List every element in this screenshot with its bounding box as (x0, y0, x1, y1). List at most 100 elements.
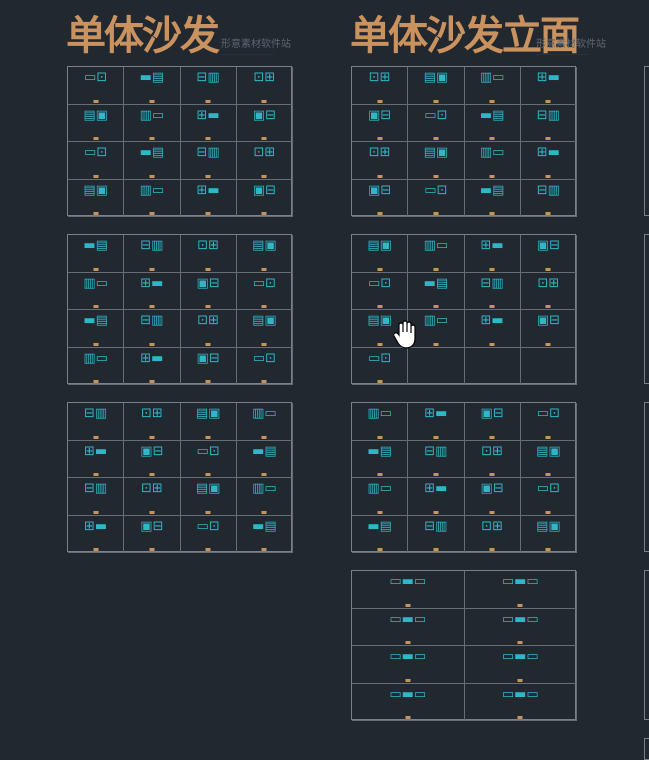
sofa-drawing-cell[interactable]: ▤▣ (520, 515, 577, 553)
sofa-drawing-cell[interactable]: ▤▣ (236, 235, 293, 273)
sofa-drawing-cell[interactable]: ▤▣ (180, 478, 237, 516)
sofa-drawing-cell[interactable]: ▭⊡ (352, 347, 409, 385)
sofa-drawing-cell[interactable]: ▥▭ (124, 104, 181, 142)
sofa-drawing-cell[interactable]: ⊡⊞ (124, 403, 181, 441)
sofa-drawing-cell[interactable]: ⊞▬ (124, 347, 181, 385)
sofa-drawing-cell[interactable]: ▣⊟ (520, 235, 577, 273)
sofa-drawing-cell[interactable]: ▥▭ (464, 67, 521, 105)
sofa-drawing-cell[interactable]: ▬▤ (352, 440, 409, 478)
sofa-drawing-cell[interactable]: ▤▣ (352, 235, 409, 273)
sofa-drawing-cell[interactable]: ▬▤ (408, 272, 465, 310)
sofa-drawing-cell[interactable]: ▤▣ (68, 104, 125, 142)
sofa-drawing-cell[interactable]: ⊞▬ (180, 104, 237, 142)
sofa-drawing-cell[interactable]: ▭▬▭ (352, 571, 465, 609)
sofa-drawing-cell[interactable]: ⊡⊞ (180, 235, 237, 273)
sofa-drawing-cell[interactable]: ▣⊟ (352, 104, 409, 142)
sofa-drawing-cell[interactable]: ⊞▬ (68, 515, 125, 553)
sofa-drawing-cell[interactable]: ▣⊟ (236, 179, 293, 217)
sofa-drawing-cell[interactable]: ▬▤ (464, 179, 521, 217)
sofa-drawing-cell[interactable]: ▭⊡ (236, 272, 293, 310)
sofa-drawing-cell[interactable]: ▬▤ (68, 235, 125, 273)
sofa-drawing-cell[interactable]: ▥▭ (236, 403, 293, 441)
sofa-drawing-cell[interactable]: ▥▭ (408, 235, 465, 273)
sofa-drawing-cell[interactable]: ▣⊟ (124, 440, 181, 478)
sofa-drawing-cell[interactable] (408, 347, 465, 385)
sofa-drawing-cell[interactable]: ⊡⊞ (464, 515, 521, 553)
sofa-drawing-cell[interactable]: ▭▬▭ (352, 683, 465, 721)
sofa-drawing-cell[interactable]: ▭⊡ (352, 272, 409, 310)
sofa-drawing-cell[interactable]: ▤▣ (180, 403, 237, 441)
sofa-drawing-cell[interactable]: ▥▭ (236, 478, 293, 516)
sofa-drawing-cell[interactable]: ▥▭ (352, 403, 409, 441)
sofa-drawing-cell[interactable]: ▭⊡ (408, 179, 465, 217)
sofa-drawing-cell[interactable]: ▬▤ (464, 104, 521, 142)
drawing-sheet[interactable]: ▤▣ ▥▭ ⊞▬ ▣⊟ ▭⊡ ▬▤ ⊟▥ ⊡⊞ ▤▣ ▥▭ ⊞▬ ▣⊟ ▭⊡ (351, 234, 577, 385)
sofa-drawing-cell[interactable]: ⊞▬ (464, 235, 521, 273)
sofa-drawing-cell[interactable]: ▭⊡ (180, 440, 237, 478)
sofa-drawing-cell[interactable]: ▭▬▭ (352, 646, 465, 684)
sofa-drawing-cell[interactable]: ⊟▥ (124, 235, 181, 273)
sofa-drawing-cell[interactable]: ▣⊟ (464, 478, 521, 516)
drawing-sheet[interactable]: ▥▭ ⊞▬ ▣⊟ ▭⊡ ▬▤ ⊟▥ ⊡⊞ ▤▣ ▥▭ ⊞▬ ▣⊟ ▭⊡ ▬▤ ⊟▥ ⊡⊞ ▤▣ (351, 402, 577, 553)
sofa-drawing-cell[interactable]: ▤▣ (520, 440, 577, 478)
sofa-drawing-cell[interactable]: ⊡⊞ (352, 67, 409, 105)
sofa-drawing-cell[interactable]: ⊡⊞ (236, 142, 293, 180)
sofa-drawing-cell[interactable]: ▭⊡ (520, 478, 577, 516)
sofa-drawing-cell[interactable]: ▭⊡ (408, 104, 465, 142)
sofa-drawing-cell[interactable]: ⊡⊞ (520, 272, 577, 310)
sofa-drawing-cell[interactable]: ⊟▥ (68, 478, 125, 516)
sofa-drawing-cell[interactable]: ▣⊟ (236, 104, 293, 142)
sofa-drawing-cell[interactable]: ⊟▥ (464, 272, 521, 310)
sofa-drawing-cell[interactable]: ⊡⊞ (236, 67, 293, 105)
sofa-drawing-cell[interactable]: ▣⊟ (464, 403, 521, 441)
sofa-drawing-cell[interactable]: ⊟▥ (520, 179, 577, 217)
sofa-drawing-cell[interactable]: ▤▣ (68, 179, 125, 217)
sofa-drawing-cell[interactable]: ⊞▬ (520, 67, 577, 105)
sofa-drawing-cell[interactable]: ▥▭ (124, 179, 181, 217)
sofa-drawing-cell[interactable]: ▭▬▭ (352, 608, 465, 646)
sofa-drawing-cell[interactable]: ⊟▥ (520, 104, 577, 142)
sofa-drawing-cell[interactable]: ▣⊟ (180, 272, 237, 310)
drawing-sheet[interactable]: ▭⊡ ▬▤ ⊟▥ ⊡⊞ ▤▣ ▥▭ ⊞▬ ▣⊟ ▭⊡ ▬▤ ⊟▥ ⊡⊞ ▤▣ ▥▭ ⊞▬ ▣⊟ (67, 66, 293, 217)
drawing-sheet[interactable]: ⊟▥ ⊡⊞ ▤▣ ▥▭ ⊞▬ ▣⊟ ▭⊡ ▬▤ ⊟▥ ⊡⊞ ▤▣ ▥▭ ⊞▬ ▣⊟ ▭⊡ ▬▤ (67, 402, 293, 553)
sofa-drawing-cell[interactable]: ⊟▥ (180, 67, 237, 105)
sofa-drawing-cell[interactable]: ⊞▬ (408, 478, 465, 516)
sofa-drawing-cell[interactable]: ▥▭ (352, 478, 409, 516)
sofa-drawing-cell[interactable]: ▭⊡ (68, 67, 125, 105)
sofa-drawing-cell[interactable]: ▭⊡ (520, 403, 577, 441)
sofa-drawing-cell[interactable]: ⊞▬ (124, 272, 181, 310)
sofa-drawing-cell[interactable]: ▬▤ (236, 515, 293, 553)
sofa-drawing-cell[interactable]: ⊞▬ (68, 440, 125, 478)
sofa-drawing-cell[interactable]: ⊡⊞ (464, 440, 521, 478)
sofa-drawing-cell[interactable]: ▥▭ (68, 272, 125, 310)
sofa-drawing-cell[interactable]: ⊡⊞ (180, 310, 237, 348)
sofa-drawing-cell[interactable]: ▣⊟ (124, 515, 181, 553)
sofa-drawing-cell[interactable]: ▬▤ (352, 515, 409, 553)
sofa-drawing-cell[interactable]: ⊞▬ (464, 310, 521, 348)
drawing-sheet[interactable]: ▭▬▭ ▭▬▭ ▭▬▭ ▭▬▭ ▭▬▭ ▭▬▭ ▭▬▭ ▭▬▭ (351, 570, 577, 721)
sofa-drawing-cell[interactable]: ▭⊡ (236, 347, 293, 385)
sofa-drawing-cell[interactable]: ▭▬▭ (464, 683, 577, 721)
sofa-drawing-cell[interactable]: ⊞▬ (408, 403, 465, 441)
sofa-drawing-cell[interactable]: ⊡⊞ (352, 142, 409, 180)
sofa-drawing-cell[interactable] (520, 347, 577, 385)
sofa-drawing-cell[interactable]: ⊟▥ (124, 310, 181, 348)
sofa-drawing-cell[interactable]: ▬▤ (124, 142, 181, 180)
sofa-drawing-cell[interactable]: ⊡⊞ (124, 478, 181, 516)
sofa-drawing-cell[interactable]: ▤▣ (408, 67, 465, 105)
sofa-drawing-cell[interactable]: ⊞▬ (180, 179, 237, 217)
sofa-drawing-cell[interactable]: ⊟▥ (180, 142, 237, 180)
sofa-drawing-cell[interactable]: ⊟▥ (408, 440, 465, 478)
sofa-drawing-cell[interactable]: ▭⊡ (180, 515, 237, 553)
sofa-drawing-cell[interactable] (464, 347, 521, 385)
sofa-drawing-cell[interactable]: ▥▭ (68, 347, 125, 385)
drawing-sheet[interactable]: ⊡⊞ ▤▣ ▥▭ ⊞▬ ▣⊟ ▭⊡ ▬▤ ⊟▥ ⊡⊞ ▤▣ ▥▭ ⊞▬ ▣⊟ ▭⊡ ▬▤ ⊟▥ (351, 66, 577, 217)
sofa-drawing-cell[interactable]: ▭▬▭ (464, 608, 577, 646)
sofa-drawing-cell[interactable]: ▣⊟ (352, 179, 409, 217)
sofa-drawing-cell[interactable]: ▬▤ (68, 310, 125, 348)
sofa-drawing-cell[interactable]: ▣⊟ (520, 310, 577, 348)
sofa-drawing-cell[interactable]: ▥▭ (464, 142, 521, 180)
sofa-drawing-cell[interactable]: ▬▤ (236, 440, 293, 478)
sofa-drawing-cell[interactable]: ▤▣ (408, 142, 465, 180)
sofa-drawing-cell[interactable]: ▭▬▭ (464, 571, 577, 609)
